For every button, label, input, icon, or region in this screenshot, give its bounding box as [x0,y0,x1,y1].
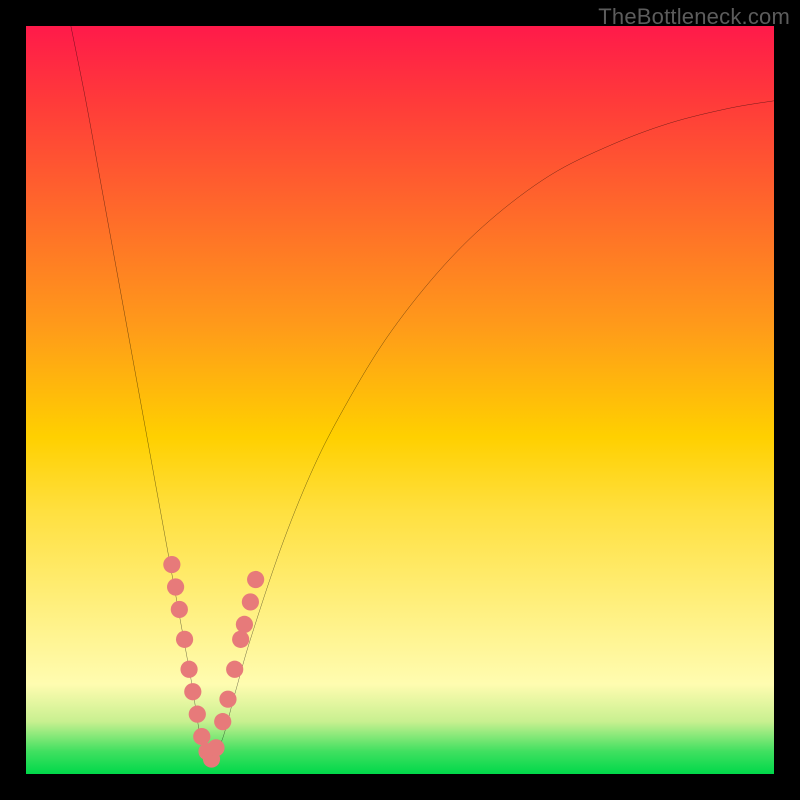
sample-points [163,556,264,768]
sample-point [214,713,231,730]
sample-point [226,661,243,678]
chart-frame: TheBottleneck.com [0,0,800,800]
sample-point [184,683,201,700]
sample-point [163,556,180,573]
sample-point [219,691,236,708]
sample-point [180,661,197,678]
sample-point [207,739,224,756]
sample-point [232,631,249,648]
plot-area [26,26,774,774]
sample-point [242,593,259,610]
sample-point [176,631,193,648]
sample-point [171,601,188,618]
sample-point [193,728,210,745]
points-layer [26,26,774,774]
sample-point [236,616,253,633]
sample-point [167,578,184,595]
sample-point [247,571,264,588]
sample-point [189,706,206,723]
watermark-text: TheBottleneck.com [598,4,790,30]
